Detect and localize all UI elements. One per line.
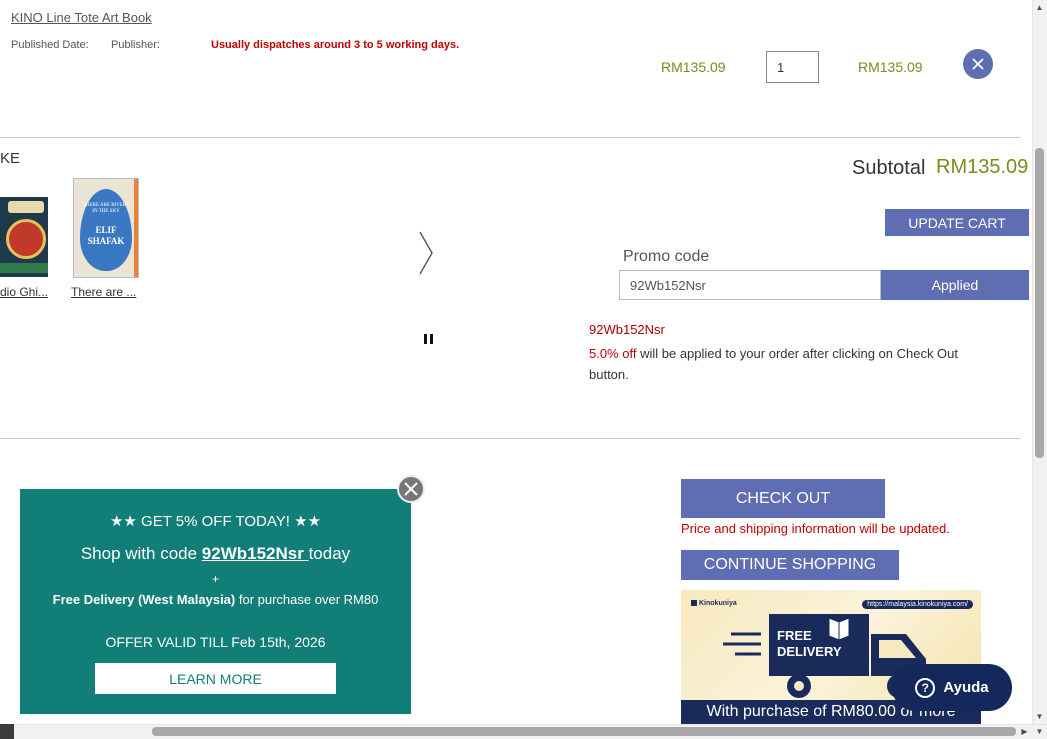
recommendation-link[interactable]: dio Ghi...: [0, 285, 48, 299]
line-total: RM135.09: [858, 59, 923, 75]
popup-delivery-rest: for purchase over RM80: [235, 592, 379, 607]
popup-code[interactable]: 92Wb152Nsr: [202, 544, 309, 563]
checkout-note: Price and shipping information will be u…: [681, 521, 950, 536]
carousel-pause-button[interactable]: [423, 333, 435, 346]
banner-free-text: FREE: [777, 628, 812, 643]
cover-author-text: SHAFAK: [87, 236, 125, 246]
unit-price: RM135.09: [661, 59, 726, 75]
help-label: Ayuda: [943, 679, 989, 696]
promo-code-label: Promo code: [623, 248, 710, 265]
banner-delivery-text: DELIVERY: [777, 644, 842, 659]
popup-code-line: Shop with code 92Wb152Nsr today: [20, 544, 411, 564]
scroll-up-arrow-icon[interactable]: ▲: [1032, 0, 1047, 15]
chevron-right-icon: [419, 231, 433, 275]
continue-shopping-button[interactable]: CONTINUE SHOPPING: [681, 550, 899, 580]
popup-headline: ★★ GET 5% OFF TODAY! ★★: [109, 513, 322, 530]
published-date-label: Published Date:: [11, 39, 89, 51]
popup-close-button[interactable]: [397, 475, 425, 503]
recommendation-link[interactable]: There are ...: [71, 285, 136, 299]
section-divider: [0, 438, 1021, 439]
scrollbar-corner-box: ▼: [1035, 727, 1044, 736]
scrollbar-corner: [0, 724, 14, 739]
close-icon: [404, 482, 418, 496]
cover-author-text: ELIF: [95, 225, 117, 235]
question-icon: ?: [915, 677, 936, 698]
book-cover-image[interactable]: THERE ARE RIVERS IN THE SKY ELIF SHAFAK: [73, 178, 139, 278]
close-icon: [972, 58, 984, 70]
product-title-link[interactable]: KINO Line Tote Art Book: [11, 10, 152, 25]
vertical-scroll-thumb[interactable]: [1035, 148, 1044, 458]
cover-title-text: THERE ARE RIVERS IN THE SKY: [82, 203, 130, 214]
dispatch-note: Usually dispatches around 3 to 5 working…: [211, 39, 460, 51]
quantity-input[interactable]: [766, 51, 819, 83]
applied-promo-code: 92Wb152Nsr: [589, 322, 665, 337]
popup-plus: +: [211, 572, 219, 586]
book-cover-image[interactable]: [0, 197, 48, 277]
update-cart-button[interactable]: UPDATE CART: [885, 209, 1029, 236]
popup-shop-suffix: today: [308, 544, 351, 563]
promo-description-text: will be applied to your order after clic…: [589, 346, 959, 382]
popup-validity: OFFER VALID TILL Feb 15th, 2026: [105, 634, 326, 650]
scroll-down-arrow-icon[interactable]: ▼: [1032, 709, 1047, 724]
learn-more-button[interactable]: LEARN MORE: [95, 663, 336, 694]
scroll-right-arrow-icon[interactable]: ▶: [1017, 724, 1032, 739]
carousel-next-button[interactable]: [416, 230, 436, 276]
popup-delivery-bold: Free Delivery (West Malaysia): [52, 592, 236, 607]
subtotal-label: Subtotal: [852, 157, 926, 179]
publisher-label: Publisher:: [111, 39, 160, 51]
recommendations-heading: KE: [0, 150, 21, 167]
promo-description: 5.0% off will be applied to your order a…: [589, 343, 979, 385]
horizontal-scroll-thumb[interactable]: [152, 727, 1016, 736]
help-button[interactable]: ? Ayuda: [892, 664, 1012, 711]
promo-percent: 5.0% off: [589, 346, 637, 361]
section-divider: [0, 137, 1021, 138]
remove-item-button[interactable]: [963, 49, 993, 79]
promo-code-input[interactable]: [619, 270, 881, 300]
promo-popup: ★★ GET 5% OFF TODAY! ★★ Shop with code 9…: [20, 489, 411, 714]
promo-applied-button[interactable]: Applied: [881, 270, 1029, 300]
popup-shop-prefix: Shop with code: [80, 544, 202, 563]
popup-delivery-line: Free Delivery (West Malaysia) for purcha…: [20, 592, 411, 607]
subtotal-value: RM135.09: [936, 156, 1029, 178]
checkout-button[interactable]: CHECK OUT: [681, 479, 885, 518]
